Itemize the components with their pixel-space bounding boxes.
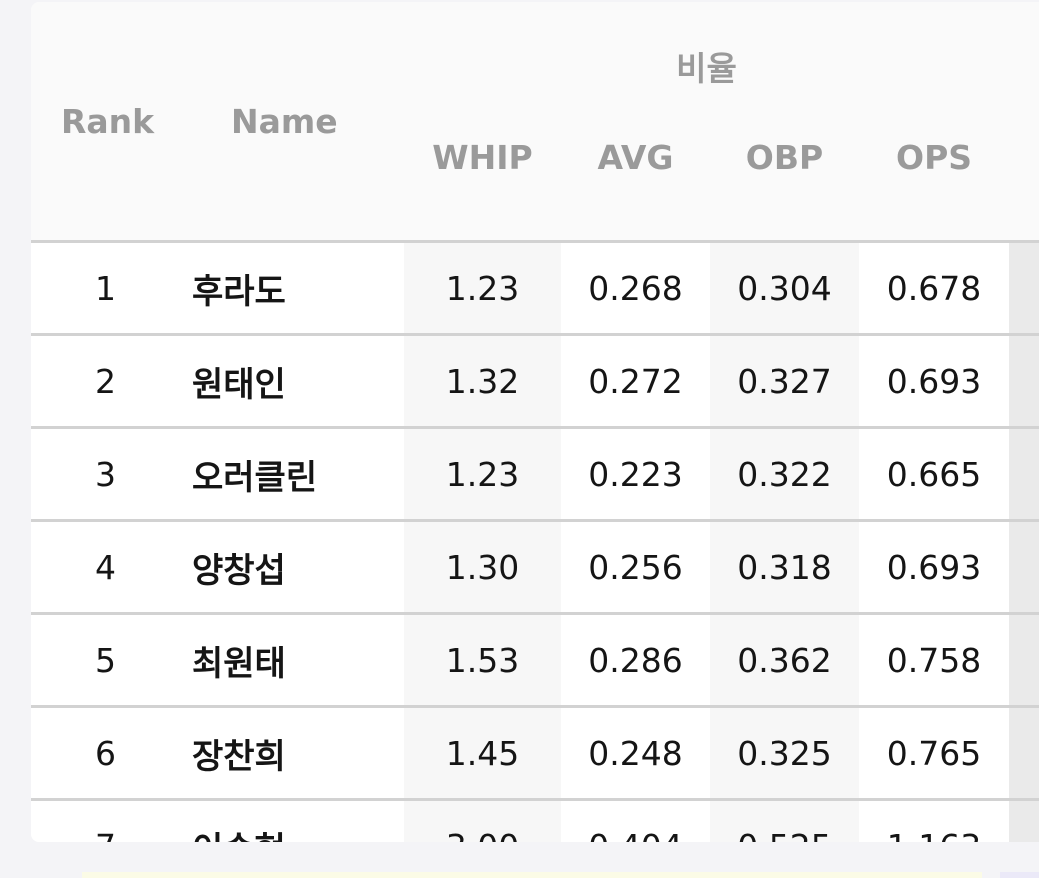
cell-whip: 1.30 [404,519,561,614]
cell-overflow [1009,240,1039,335]
cell-obp: 0.325 [710,705,859,800]
cell-ops: 0.665 [859,426,1010,521]
cell-avg: 0.223 [561,426,710,521]
cell-whip: 1.32 [404,333,561,428]
cell-rank: 4 [31,519,181,614]
cell-obp: 0.318 [710,519,859,614]
stats-table-card: Rank Name 비율 WHIP AVG OBP OPS 1 후라도 1.23… [31,2,1039,842]
column-header-whip[interactable]: WHIP [404,104,561,242]
table-row: 5 최원태 1.53 0.286 0.362 0.758 [31,612,1039,707]
cell-obp: 0.327 [710,333,859,428]
cell-whip: 1.45 [404,705,561,800]
cell-overflow [1009,333,1039,428]
cell-ops: 0.693 [859,333,1010,428]
cell-avg: 0.248 [561,705,710,800]
cell-overflow [1009,426,1039,521]
cell-ops: 1.163 [859,798,1010,842]
cell-rank: 5 [31,612,181,707]
cell-name: 이승현 [181,798,404,842]
pitcher-stats-table: Rank Name 비율 WHIP AVG OBP OPS 1 후라도 1.23… [31,2,1039,842]
cell-whip: 1.23 [404,240,561,335]
cell-whip: 3.00 [404,798,561,842]
cell-whip: 1.23 [404,426,561,521]
cell-overflow [1009,798,1039,842]
table-body: 1 후라도 1.23 0.268 0.304 0.678 2 원태인 1.32 … [31,240,1039,842]
cell-avg: 0.272 [561,333,710,428]
cell-rank: 2 [31,333,181,428]
cell-rank: 7 [31,798,181,842]
cell-ops: 0.678 [859,240,1010,335]
cell-rank: 1 [31,240,181,335]
cell-avg: 0.286 [561,612,710,707]
cell-name: 원태인 [181,333,404,428]
cell-name: 양창섭 [181,519,404,614]
cell-avg: 0.256 [561,519,710,614]
table-row: 6 장찬희 1.45 0.248 0.325 0.765 [31,705,1039,800]
cell-whip: 1.53 [404,612,561,707]
cell-avg: 0.268 [561,240,710,335]
table-row: 2 원태인 1.32 0.272 0.327 0.693 [31,333,1039,428]
cell-avg: 0.404 [561,798,710,842]
column-header-rank[interactable]: Rank [31,2,181,242]
table-row: 4 양창섭 1.30 0.256 0.318 0.693 [31,519,1039,614]
cell-obp: 0.304 [710,240,859,335]
next-card-edge [82,872,982,878]
cell-ops: 0.693 [859,519,1010,614]
table-row: 1 후라도 1.23 0.268 0.304 0.678 [31,240,1039,335]
column-header-ops[interactable]: OPS [859,104,1010,242]
cell-rank: 6 [31,705,181,800]
cell-overflow [1009,612,1039,707]
cell-obp: 0.525 [710,798,859,842]
table-row: 7 이승현 3.00 0.404 0.525 1.163 [31,798,1039,842]
column-header-obp[interactable]: OBP [710,104,859,242]
column-group-header-ratio: 비율 [404,2,1010,104]
cell-rank: 3 [31,426,181,521]
cell-name: 최원태 [181,612,404,707]
cell-name: 후라도 [181,240,404,335]
cell-ops: 0.765 [859,705,1010,800]
column-header-overflow [1009,2,1039,242]
cell-overflow [1009,519,1039,614]
cell-obp: 0.362 [710,612,859,707]
column-header-avg[interactable]: AVG [561,104,710,242]
cell-name: 오러클린 [181,426,404,521]
table-header: Rank Name 비율 WHIP AVG OBP OPS [31,2,1039,242]
cell-overflow [1009,705,1039,800]
table-row: 3 오러클린 1.23 0.223 0.322 0.665 [31,426,1039,521]
cell-obp: 0.322 [710,426,859,521]
cell-name: 장찬희 [181,705,404,800]
next-card-edge-secondary [1000,872,1039,878]
cell-ops: 0.758 [859,612,1010,707]
column-header-name[interactable]: Name [181,2,404,242]
